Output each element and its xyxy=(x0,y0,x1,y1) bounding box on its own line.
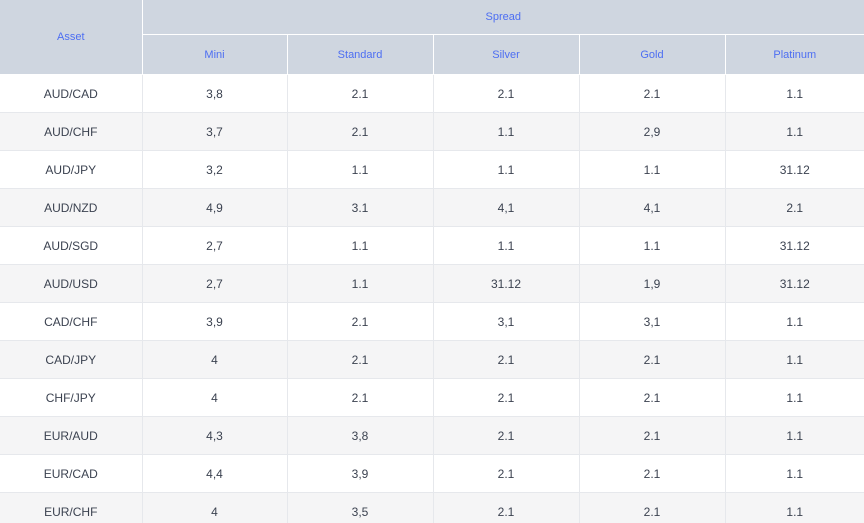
standard-cell: 2.1 xyxy=(287,74,434,113)
table-row: CAD/CHF 3,9 2.1 3,1 3,1 1.1 xyxy=(0,302,864,341)
silver-cell: 2.1 xyxy=(433,340,580,379)
mini-cell: 3,8 xyxy=(142,74,288,113)
platinum-cell: 31.12 xyxy=(725,150,864,189)
table-row: EUR/AUD 4,3 3,8 2.1 2.1 1.1 xyxy=(0,416,864,455)
gold-cell: 1,9 xyxy=(579,264,726,303)
standard-cell: 3,8 xyxy=(287,416,434,455)
silver-cell: 2.1 xyxy=(433,74,580,113)
standard-cell: 3.1 xyxy=(287,188,434,227)
platinum-cell: 1.1 xyxy=(725,74,864,113)
standard-cell: 2.1 xyxy=(287,340,434,379)
standard-cell: 1.1 xyxy=(287,226,434,265)
column-header-gold: Gold xyxy=(579,34,726,75)
asset-cell: AUD/CAD xyxy=(0,74,143,113)
table-row: AUD/CAD 3,8 2.1 2.1 2.1 1.1 xyxy=(0,74,864,113)
mini-cell: 4,4 xyxy=(142,454,288,493)
platinum-cell: 2.1 xyxy=(725,188,864,227)
silver-cell: 1.1 xyxy=(433,112,580,151)
gold-cell: 2,9 xyxy=(579,112,726,151)
platinum-cell: 1.1 xyxy=(725,302,864,341)
table-row: EUR/CAD 4,4 3,9 2.1 2.1 1.1 xyxy=(0,454,864,493)
mini-cell: 2,7 xyxy=(142,226,288,265)
silver-cell: 4,1 xyxy=(433,188,580,227)
platinum-cell: 1.1 xyxy=(725,340,864,379)
table-row: AUD/NZD 4,9 3.1 4,1 4,1 2.1 xyxy=(0,188,864,227)
standard-cell: 2.1 xyxy=(287,302,434,341)
gold-cell: 1.1 xyxy=(579,226,726,265)
gold-cell: 2.1 xyxy=(579,492,726,523)
mini-cell: 3,7 xyxy=(142,112,288,151)
platinum-cell: 31.12 xyxy=(725,226,864,265)
gold-cell: 3,1 xyxy=(579,302,726,341)
platinum-cell: 1.1 xyxy=(725,112,864,151)
asset-cell: AUD/JPY xyxy=(0,150,143,189)
table-row: AUD/USD 2,7 1.1 31.12 1,9 31.12 xyxy=(0,264,864,303)
silver-cell: 2.1 xyxy=(433,416,580,455)
standard-cell: 3,9 xyxy=(287,454,434,493)
asset-cell: CAD/CHF xyxy=(0,302,143,341)
silver-cell: 1.1 xyxy=(433,226,580,265)
mini-cell: 4,9 xyxy=(142,188,288,227)
asset-cell: EUR/CHF xyxy=(0,492,143,523)
column-header-platinum: Platinum xyxy=(725,34,864,75)
gold-cell: 2.1 xyxy=(579,454,726,493)
mini-cell: 2,7 xyxy=(142,264,288,303)
asset-cell: AUD/CHF xyxy=(0,112,143,151)
standard-cell: 2.1 xyxy=(287,112,434,151)
table-row: AUD/CHF 3,7 2.1 1.1 2,9 1.1 xyxy=(0,112,864,151)
mini-cell: 4 xyxy=(142,492,288,523)
column-header-standard: Standard xyxy=(287,34,434,75)
mini-cell: 4,3 xyxy=(142,416,288,455)
silver-cell: 2.1 xyxy=(433,454,580,493)
platinum-cell: 31.12 xyxy=(725,264,864,303)
gold-cell: 1.1 xyxy=(579,150,726,189)
asset-column-header: Asset xyxy=(0,0,143,75)
asset-cell: AUD/USD xyxy=(0,264,143,303)
asset-cell: EUR/CAD xyxy=(0,454,143,493)
mini-cell: 3,2 xyxy=(142,150,288,189)
table-header: Asset Spread Mini Standard Silver Gold P… xyxy=(0,0,864,75)
standard-cell: 1.1 xyxy=(287,150,434,189)
platinum-cell: 1.1 xyxy=(725,454,864,493)
asset-cell: AUD/SGD xyxy=(0,226,143,265)
silver-cell: 1.1 xyxy=(433,150,580,189)
standard-cell: 3,5 xyxy=(287,492,434,523)
gold-cell: 4,1 xyxy=(579,188,726,227)
platinum-cell: 1.1 xyxy=(725,492,864,523)
spread-table-container: Asset Spread Mini Standard Silver Gold P… xyxy=(0,0,864,523)
table-row: AUD/JPY 3,2 1.1 1.1 1.1 31.12 xyxy=(0,150,864,189)
gold-cell: 2.1 xyxy=(579,416,726,455)
silver-cell: 31.12 xyxy=(433,264,580,303)
silver-cell: 2.1 xyxy=(433,492,580,523)
silver-cell: 2.1 xyxy=(433,378,580,417)
standard-cell: 1.1 xyxy=(287,264,434,303)
table-row: AUD/SGD 2,7 1.1 1.1 1.1 31.12 xyxy=(0,226,864,265)
asset-cell: CAD/JPY xyxy=(0,340,143,379)
silver-cell: 3,1 xyxy=(433,302,580,341)
spread-group-header: Spread xyxy=(142,0,864,35)
asset-cell: AUD/NZD xyxy=(0,188,143,227)
platinum-cell: 1.1 xyxy=(725,378,864,417)
platinum-cell: 1.1 xyxy=(725,416,864,455)
table-row: CHF/JPY 4 2.1 2.1 2.1 1.1 xyxy=(0,378,864,417)
column-header-silver: Silver xyxy=(433,34,580,75)
mini-cell: 4 xyxy=(142,340,288,379)
table-body: AUD/CAD 3,8 2.1 2.1 2.1 1.1 AUD/CHF 3,7 2.1 1.1 2,… xyxy=(0,74,864,523)
spread-table: Asset Spread Mini Standard Silver Gold P… xyxy=(0,0,864,523)
standard-cell: 2.1 xyxy=(287,378,434,417)
gold-cell: 2.1 xyxy=(579,340,726,379)
gold-cell: 2.1 xyxy=(579,74,726,113)
column-header-mini: Mini xyxy=(142,34,288,75)
mini-cell: 3,9 xyxy=(142,302,288,341)
table-row: EUR/CHF 4 3,5 2.1 2.1 1.1 xyxy=(0,492,864,523)
table-row: CAD/JPY 4 2.1 2.1 2.1 1.1 xyxy=(0,340,864,379)
gold-cell: 2.1 xyxy=(579,378,726,417)
asset-cell: EUR/AUD xyxy=(0,416,143,455)
asset-cell: CHF/JPY xyxy=(0,378,143,417)
mini-cell: 4 xyxy=(142,378,288,417)
